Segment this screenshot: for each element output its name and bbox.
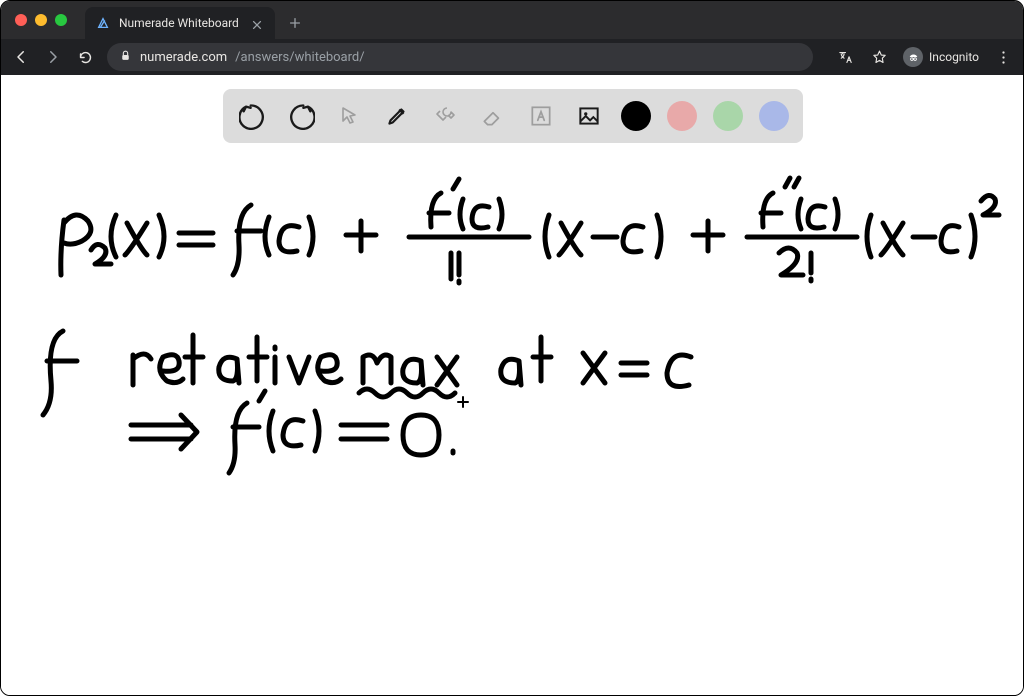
window-close-icon[interactable] bbox=[15, 14, 27, 26]
reload-button[interactable] bbox=[75, 47, 95, 67]
incognito-indicator[interactable]: Incognito bbox=[903, 47, 979, 67]
browser-right-icons: Incognito bbox=[835, 47, 1013, 67]
url-bar[interactable]: numerade.com/answers/whiteboard/ bbox=[107, 43, 813, 71]
tab-title: Numerade Whiteboard bbox=[119, 16, 243, 30]
tab-favicon-icon bbox=[95, 15, 111, 31]
window-controls[interactable] bbox=[15, 14, 67, 26]
url-path: /answers/whiteboard/ bbox=[235, 50, 364, 65]
back-button[interactable] bbox=[11, 47, 31, 67]
window-minimize-icon[interactable] bbox=[35, 14, 47, 26]
tab-strip: Numerade Whiteboard bbox=[1, 1, 1023, 39]
browser-tab[interactable]: Numerade Whiteboard bbox=[85, 7, 275, 39]
forward-button[interactable] bbox=[43, 47, 63, 67]
bookmark-star-icon[interactable] bbox=[869, 47, 889, 67]
address-bar-row: numerade.com/answers/whiteboard/ Incogni… bbox=[1, 39, 1023, 75]
lock-icon bbox=[119, 49, 132, 66]
new-tab-button[interactable] bbox=[283, 11, 307, 35]
kebab-menu-icon[interactable] bbox=[993, 47, 1013, 67]
tab-close-icon[interactable] bbox=[251, 16, 265, 30]
incognito-label: Incognito bbox=[929, 50, 979, 64]
url-host: numerade.com bbox=[140, 50, 227, 65]
translate-icon[interactable] bbox=[835, 47, 855, 67]
whiteboard-canvas[interactable] bbox=[1, 75, 1024, 696]
window-maximize-icon[interactable] bbox=[55, 14, 67, 26]
incognito-icon bbox=[903, 47, 923, 67]
browser-chrome: Numerade Whiteboard numerade.com/answers… bbox=[1, 1, 1023, 75]
handwriting-svg bbox=[1, 75, 1024, 696]
whiteboard-page bbox=[1, 75, 1024, 696]
